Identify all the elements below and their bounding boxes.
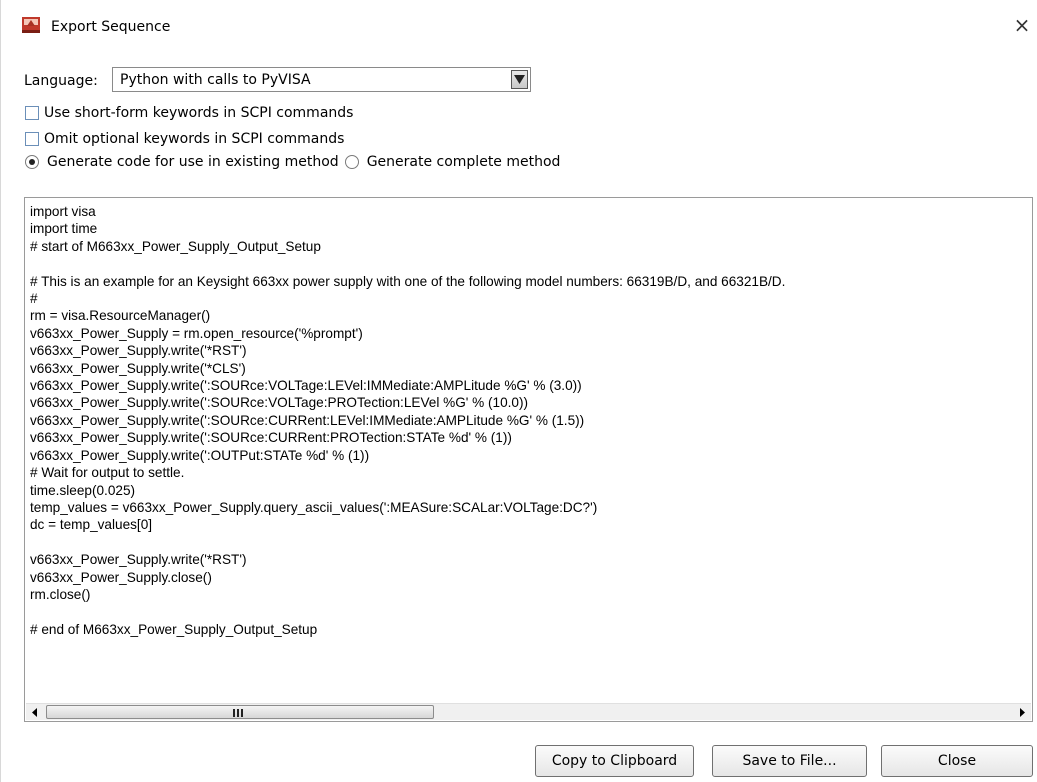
code-line: # This is an example for an Keysight 663…: [30, 273, 786, 289]
export-sequence-dialog: Export Sequence × Language: Python with …: [0, 0, 1037, 782]
code-line: rm.close(): [30, 586, 91, 602]
code-line: temp_values = v663xx_Power_Supply.query_…: [30, 499, 598, 515]
language-label: Language:: [24, 73, 98, 89]
save-to-file-button[interactable]: Save to File...: [712, 745, 867, 777]
code-line: dc = temp_values[0]: [30, 517, 153, 533]
omit-optional-option[interactable]: Omit optional keywords in SCPI commands: [25, 130, 344, 148]
code-output-textarea[interactable]: import visa import time # start of M663xx_…: [24, 197, 1033, 722]
copy-to-clipboard-button[interactable]: Copy to Clipboard: [535, 745, 694, 777]
code-line: import time: [30, 221, 98, 237]
short-form-label: Use short-form keywords in SCPI commands: [44, 105, 354, 121]
generate-mode-group: Generate code for use in existing method…: [25, 152, 560, 172]
complete-method-label[interactable]: Generate complete method: [367, 154, 561, 170]
code-line: v663xx_Power_Supply.write(':OUTPut:STATe…: [30, 447, 370, 463]
code-line: v663xx_Power_Supply.write('*RST'): [30, 552, 247, 568]
scrollbar-grip-icon: [233, 709, 243, 717]
code-line: time.sleep(0.025): [30, 482, 136, 498]
scroll-left-arrow-icon[interactable]: [28, 706, 42, 719]
window-title: Export Sequence: [51, 19, 171, 35]
complete-method-radio[interactable]: [344, 155, 359, 169]
omit-optional-label: Omit optional keywords in SCPI commands: [44, 131, 345, 147]
code-line: v663xx_Power_Supply.write(':SOURce:VOLTa…: [30, 378, 582, 394]
code-line: # start of M663xx_Power_Supply_Output_Se…: [30, 238, 321, 254]
close-button[interactable]: Close: [881, 745, 1033, 777]
scrollbar-thumb[interactable]: [46, 705, 434, 719]
title-bar: Export Sequence ×: [1, 0, 1037, 58]
code-line: v663xx_Power_Supply.write(':SOURce:CURRe…: [30, 412, 585, 428]
scroll-right-arrow-icon[interactable]: [1015, 706, 1029, 719]
dropdown-arrow-icon[interactable]: [511, 70, 528, 89]
app-logo-icon: [21, 14, 43, 36]
code-line: v663xx_Power_Supply = rm.open_resource('…: [30, 325, 363, 341]
horizontal-scrollbar[interactable]: [26, 703, 1031, 720]
code-line: rm = visa.ResourceManager(): [30, 308, 211, 324]
existing-method-radio[interactable]: [25, 155, 39, 169]
existing-method-label[interactable]: Generate code for use in existing method: [47, 154, 339, 170]
omit-optional-checkbox[interactable]: [25, 132, 39, 146]
code-line: # Wait for output to settle.: [30, 465, 185, 481]
language-selected-value: Python with calls to PyVISA: [120, 72, 311, 88]
language-select[interactable]: Python with calls to PyVISA: [112, 67, 531, 92]
code-line: v663xx_Power_Supply.write('*CLS'): [30, 360, 246, 376]
code-line: v663xx_Power_Supply.write(':SOURce:CURRe…: [30, 430, 512, 446]
short-form-checkbox[interactable]: [25, 106, 39, 120]
code-text: import visa import time # start of M663xx_…: [30, 203, 785, 638]
code-line: v663xx_Power_Supply.write(':SOURce:VOLTa…: [30, 395, 529, 411]
close-window-icon[interactable]: ×: [1011, 14, 1033, 36]
code-line: v663xx_Power_Supply.close(): [30, 569, 212, 585]
code-line: # end of M663xx_Power_Supply_Output_Setu…: [30, 621, 318, 637]
code-line: v663xx_Power_Supply.write('*RST'): [30, 343, 247, 359]
code-line: #: [30, 291, 38, 307]
short-form-option[interactable]: Use short-form keywords in SCPI commands: [25, 104, 353, 122]
code-line: import visa: [30, 204, 96, 219]
